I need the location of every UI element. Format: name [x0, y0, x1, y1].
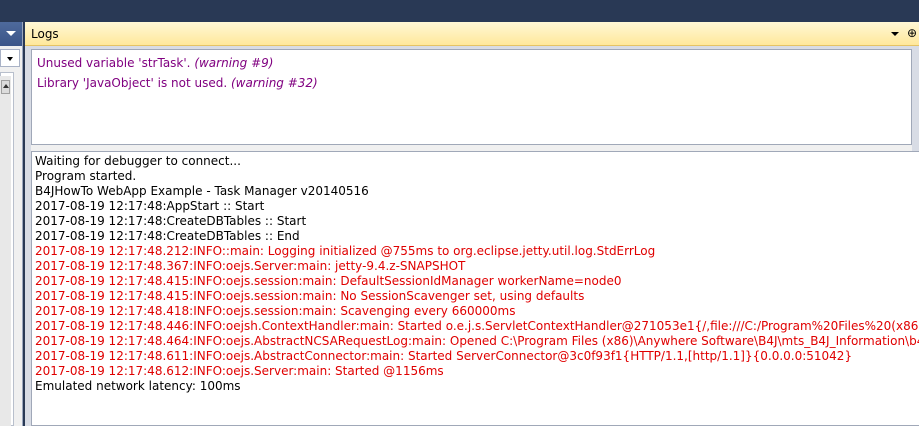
warnings-list[interactable]: Unused variable 'strTask'. (warning #9) … — [31, 49, 912, 145]
log-line: 2017-08-19 12:17:48.418:INFO:oejs.sessio… — [35, 304, 516, 318]
log-line: 2017-08-19 12:17:48:AppStart :: Start — [35, 199, 265, 213]
log-line: 2017-08-19 12:17:48.612:INFO:oejs.Server… — [35, 364, 444, 378]
log-line: 2017-08-19 12:17:48.367:INFO:oejs.Server… — [35, 259, 466, 273]
warning-code: (warning #32) — [230, 76, 318, 90]
logs-panel: Logs ⊕ × Unused variable 'strTask'. (war… — [25, 22, 919, 426]
log-line: 2017-08-19 12:17:48.611:INFO:oejs.Abstra… — [35, 349, 853, 363]
log-line: 2017-08-19 12:17:48:CreateDBTables :: St… — [35, 214, 307, 228]
left-panel-scrollbar[interactable] — [0, 76, 11, 426]
warning-message: Library 'JavaObject' is not used. — [37, 76, 231, 90]
warning-code: (warning #9) — [194, 56, 274, 70]
log-line: 2017-08-19 12:17:48.464:INFO:oejs.Abstra… — [35, 334, 919, 348]
left-combo-chevron-down-icon[interactable] — [7, 57, 13, 61]
warning-item[interactable]: Library 'JavaObject' is not used. (warni… — [37, 76, 318, 90]
logs-panel-header: Logs ⊕ × — [25, 22, 919, 46]
log-line: 2017-08-19 12:17:48.212:INFO::main: Logg… — [35, 244, 656, 258]
pin-icon[interactable]: ⊕ — [907, 26, 917, 40]
left-panel-dropdown-icon[interactable] — [6, 31, 16, 36]
left-scroll-up-icon[interactable] — [1, 80, 10, 94]
log-line: 2017-08-19 12:17:48.415:INFO:oejs.sessio… — [35, 289, 585, 303]
warning-item[interactable]: Unused variable 'strTask'. (warning #9) — [37, 56, 273, 70]
log-line: Program started. — [35, 169, 137, 183]
warning-message: Unused variable 'strTask'. — [37, 56, 195, 70]
log-output[interactable]: Waiting for debugger to connect... Progra… — [31, 151, 919, 426]
log-line: Emulated network latency: 100ms — [35, 379, 241, 393]
log-line: Waiting for debugger to connect... — [35, 154, 241, 168]
window-position-dropdown-icon[interactable] — [891, 32, 899, 36]
logs-panel-title: Logs — [31, 27, 59, 41]
log-line: B4JHowTo WebApp Example - Task Manager v… — [35, 184, 369, 198]
log-line: 2017-08-19 12:17:48:CreateDBTables :: En… — [35, 229, 300, 243]
log-line: 2017-08-19 12:17:48.446:INFO:oejsh.Conte… — [35, 319, 919, 333]
log-line: 2017-08-19 12:17:48.415:INFO:oejs.sessio… — [35, 274, 622, 288]
